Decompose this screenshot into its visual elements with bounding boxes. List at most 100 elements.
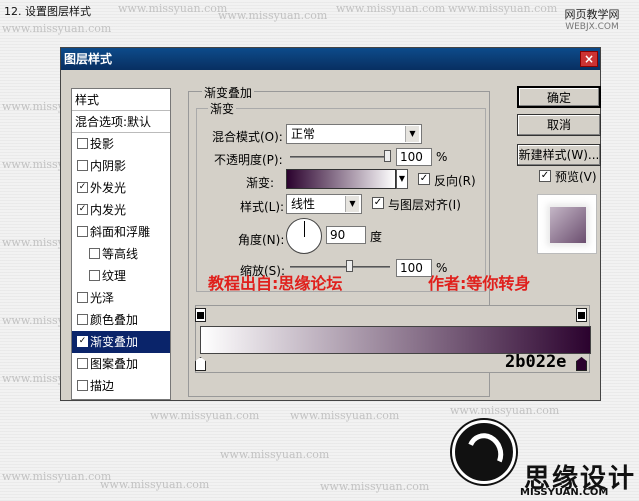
style-item-label: 内发光 [90,203,127,217]
scale-slider[interactable] [290,266,390,268]
blend-mode-label: 混合模式(O): [212,130,283,144]
site-badge-url: WEBJX.COM [565,22,619,32]
scale-input[interactable]: 100 [396,259,432,277]
opacity-stop-right[interactable] [576,308,587,322]
scale-slider-thumb[interactable] [346,260,353,272]
gradient-picker[interactable] [286,169,396,189]
chevron-down-icon: ▼ [345,196,359,212]
style-item-label: 投影 [90,137,115,151]
watermark-text: www.missyuan.com [336,2,446,15]
hex-color-label: 2b022e [505,352,567,372]
angle-dial[interactable] [286,218,322,254]
gradient-overlay-title: 渐变叠加 [202,84,255,101]
style-item-label: 斜面和浮雕 [90,225,151,239]
opacity-unit: % [436,150,448,164]
watermark-text: www.missyuan.com [2,470,112,483]
style-item-label: 光泽 [90,291,115,305]
style-item[interactable]: 描边 [72,375,170,397]
style-item-checkbox[interactable]: ✓ [77,336,88,347]
new-style-button[interactable]: 新建样式(W)... [517,144,601,166]
opacity-label: 不透明度(P): [214,153,283,167]
style-item-label: 描边 [90,379,115,393]
style-item-checkbox[interactable]: ✓ [77,204,88,215]
style-list: 样式 混合选项:默认 投影 内阴影 ✓ 外发光 ✓ 内发光 斜面和浮雕 等高线 纹理 光泽 颜色叠加… [71,88,171,400]
style-item-label: 等高线 [102,247,139,261]
style-item-label: 图案叠加 [90,357,139,371]
author-credit: 作者:等你转身 [428,274,531,293]
watermark-text: www.missyuan.com [100,478,210,491]
style-label: 样式(L): [240,200,285,214]
cancel-button[interactable]: 取消 [517,114,601,136]
style-item-checkbox[interactable] [77,138,88,149]
style-item[interactable]: 等高线 [72,243,170,265]
align-label: 与图层对齐(I) [388,198,461,212]
angle-label: 角度(N): [238,233,285,247]
step-label: 12. 设置图层样式 [4,5,91,18]
style-items: 投影 内阴影 ✓ 外发光 ✓ 内发光 斜面和浮雕 等高线 纹理 光泽 颜色叠加 ✓ 渐变叠加 图案叠加 描边 [72,133,170,397]
watermark-text: www.missyuan.com [220,448,330,461]
chevron-down-icon: ▼ [405,126,419,142]
opacity-stop-left[interactable] [195,308,206,322]
style-item-checkbox[interactable] [89,248,100,259]
gradient-bar[interactable] [200,326,591,354]
style-item-checkbox[interactable] [77,314,88,325]
site-badge-title: 网页教学网 [564,8,620,21]
style-item-label: 内阴影 [90,159,127,173]
preview-checkbox[interactable]: ✓ [539,170,551,182]
blend-options-item[interactable]: 混合选项:默认 [72,111,170,133]
close-icon[interactable]: × [580,51,598,67]
style-item-label: 颜色叠加 [90,313,139,327]
style-value: 线性 [291,197,316,211]
chevron-down-icon[interactable]: ▼ [396,169,408,189]
style-item-label: 纹理 [102,269,127,283]
missyuan-logo [452,420,516,484]
reverse-checkbox[interactable]: ✓ [418,173,430,185]
reverse-label: 反向(R) [434,174,476,188]
style-item-label: 外发光 [90,181,127,195]
style-item-checkbox[interactable] [77,226,88,237]
gradient-label: 渐变: [246,176,275,190]
gradient-subgroup-title: 渐变 [208,100,237,117]
tutorial-credit: 教程出自:思缘论坛 [208,274,343,293]
dialog-titlebar: 图层样式 [61,48,600,70]
angle-unit: 度 [370,230,383,244]
opacity-slider-thumb[interactable] [384,150,391,162]
style-item[interactable]: 投影 [72,133,170,155]
ok-button[interactable]: 确定 [517,86,601,108]
blend-mode-value: 正常 [291,127,316,141]
style-item-checkbox[interactable] [77,160,88,171]
angle-input[interactable]: 90 [326,226,366,244]
style-item-checkbox[interactable] [77,358,88,369]
opacity-input[interactable]: 100 [396,148,432,166]
preview-label: 预览(V) [555,170,597,184]
style-item-checkbox[interactable] [77,292,88,303]
watermark-text: www.missyuan.com [450,404,560,417]
style-item[interactable]: 内阴影 [72,155,170,177]
watermark-text: www.missyuan.com [118,2,228,15]
style-item-checkbox[interactable] [89,270,100,281]
style-item-checkbox[interactable]: ✓ [77,182,88,193]
site-badge: 网页教学网 WEBJX.COM [553,8,631,34]
style-item[interactable]: 斜面和浮雕 [72,221,170,243]
logo-subtext: MISSYUAN.COM [520,487,609,498]
style-item-label: 渐变叠加 [90,335,139,349]
style-item[interactable]: 光泽 [72,287,170,309]
preview-thumbnail [537,194,597,254]
style-list-header[interactable]: 样式 [72,89,170,111]
style-item[interactable]: ✓ 外发光 [72,177,170,199]
style-item[interactable]: 纹理 [72,265,170,287]
blend-mode-select[interactable]: 正常 ▼ [286,124,422,144]
style-item[interactable]: ✓ 内发光 [72,199,170,221]
style-select[interactable]: 线性 ▼ [286,194,362,214]
watermark-text: www.missyuan.com [150,409,260,422]
watermark-text: www.missyuan.com [320,480,430,493]
opacity-slider[interactable] [290,156,390,158]
watermark-text: www.missyuan.com [2,22,112,35]
align-checkbox[interactable]: ✓ [372,197,384,209]
style-item[interactable]: 颜色叠加 [72,309,170,331]
style-item[interactable]: ✓ 渐变叠加 [72,331,170,353]
watermark-text: www.missyuan.com [448,2,558,15]
style-item[interactable]: 图案叠加 [72,353,170,375]
watermark-text: www.missyuan.com [290,409,400,422]
style-item-checkbox[interactable] [77,380,88,391]
